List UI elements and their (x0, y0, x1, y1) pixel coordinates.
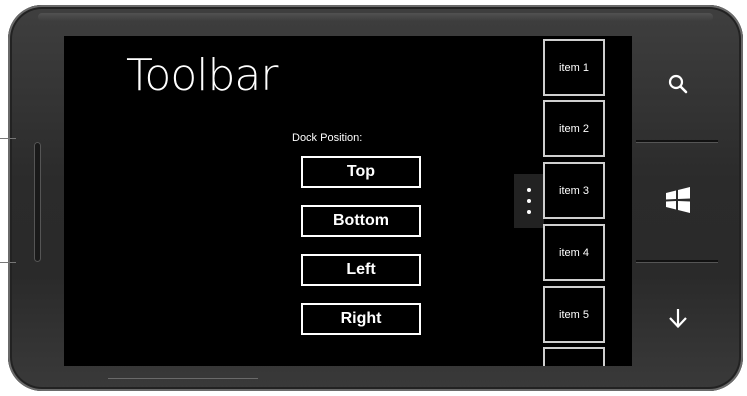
dock-left-button[interactable]: Left (301, 254, 421, 286)
toolbar-item-6[interactable] (543, 347, 605, 366)
side-speaker-slot (34, 142, 41, 262)
bezel-highlight (38, 13, 713, 21)
toolbar-item-2[interactable]: item 2 (543, 100, 605, 157)
dock-top-button[interactable]: Top (301, 156, 421, 188)
search-icon (668, 74, 688, 94)
button-separator (636, 140, 718, 142)
button-separator (636, 260, 718, 262)
dock-right-button[interactable]: Right (301, 303, 421, 335)
toolbar-item-3[interactable]: item 3 (543, 162, 605, 219)
toolbar-item-1[interactable]: item 1 (543, 39, 605, 96)
back-arrow-icon (669, 309, 687, 329)
hardware-buttons (636, 18, 736, 378)
toolbar: item 1 item 2 item 3 item 4 item 5 (542, 36, 632, 366)
toolbar-item-4[interactable]: item 4 (543, 224, 605, 281)
page-title: Toolbar (126, 50, 278, 101)
bottom-seam (108, 378, 258, 379)
dock-bottom-button[interactable]: Bottom (301, 205, 421, 237)
side-seam-top (0, 138, 16, 139)
dock-position-label: Dock Position: (292, 132, 363, 144)
back-button[interactable] (648, 288, 708, 348)
start-button[interactable] (648, 170, 708, 230)
more-dot (527, 210, 531, 214)
more-dot (527, 188, 531, 192)
phone-screen: Toolbar Dock Position: Top Bottom Left R… (64, 36, 632, 366)
search-button[interactable] (648, 54, 708, 114)
more-dot (527, 199, 531, 203)
windows-logo-icon (666, 187, 690, 213)
side-seam-bottom (0, 262, 16, 263)
toolbar-more-handle[interactable] (514, 174, 544, 228)
toolbar-item-5[interactable]: item 5 (543, 286, 605, 343)
